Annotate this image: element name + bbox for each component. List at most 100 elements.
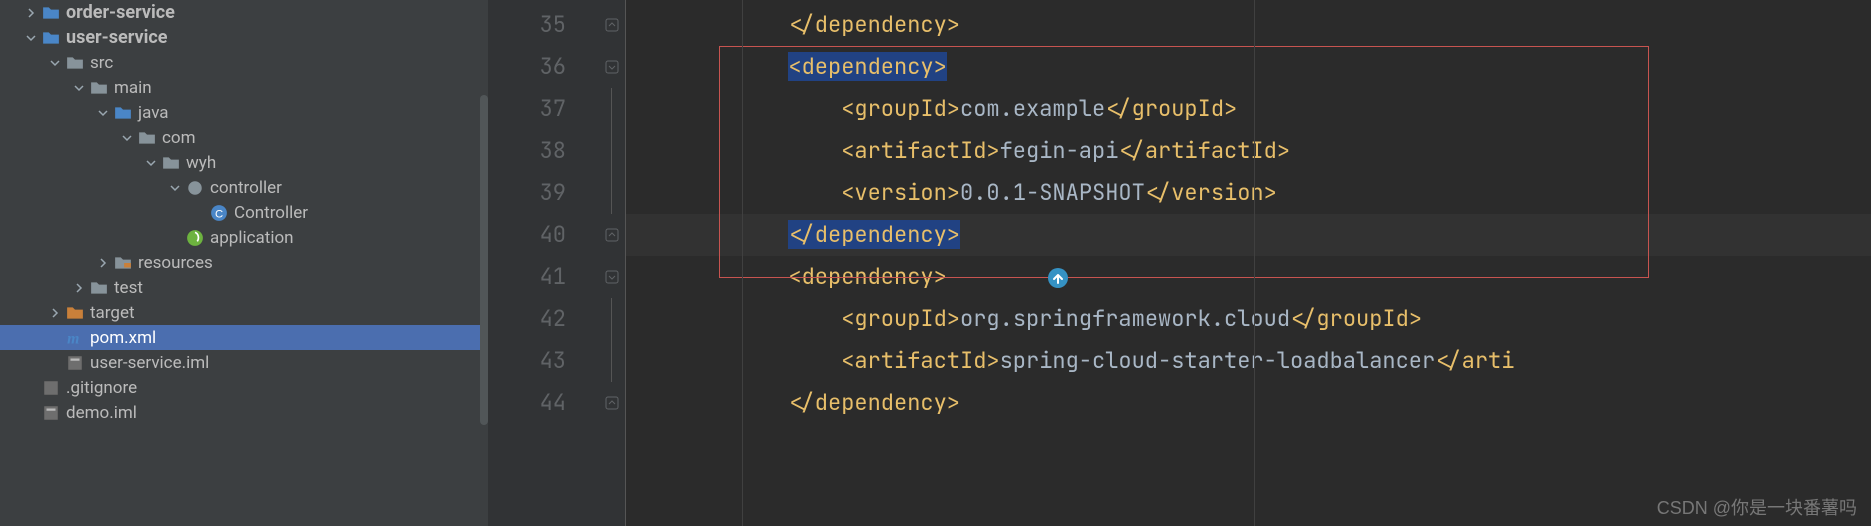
fold-toggle-icon[interactable] (598, 214, 625, 256)
tree-item-user-service[interactable]: user-service (0, 25, 488, 50)
indent-guide (1254, 0, 1255, 526)
line-number: 40 (540, 214, 566, 256)
code-line[interactable]: </dependency> (626, 382, 1871, 424)
folder-blue-icon (42, 4, 60, 22)
expand-arrow-icon[interactable] (96, 256, 110, 270)
fold-guide (598, 130, 625, 172)
fold-guide (598, 88, 625, 130)
folder-grey-icon (138, 129, 156, 147)
tree-item-src[interactable]: src (0, 50, 488, 75)
svg-text:C: C (215, 208, 223, 220)
expand-arrow-icon[interactable] (72, 281, 86, 295)
line-number: 44 (540, 382, 566, 424)
code-line[interactable]: <artifactId>fegin-api</artifactId> (626, 130, 1871, 172)
tree-item-label: .gitignore (66, 378, 137, 398)
code-line[interactable]: </dependency> (626, 214, 1871, 256)
iml-icon (42, 404, 60, 422)
tree-item-label: application (210, 228, 294, 248)
tree-item-label: controller (210, 178, 282, 198)
line-number: 43 (540, 340, 566, 382)
expand-arrow-icon[interactable] (48, 56, 62, 70)
tree-item-com[interactable]: com (0, 125, 488, 150)
folder-grey-icon (162, 154, 180, 172)
svg-text:m: m (67, 330, 79, 346)
line-number: 41 (540, 256, 566, 298)
code-line[interactable]: <groupId>com.example</groupId> (626, 88, 1871, 130)
tree-item-label: main (114, 78, 152, 98)
folder-orange-icon (66, 304, 84, 322)
maven-icon: m (66, 329, 84, 347)
fold-toggle-icon[interactable] (598, 256, 625, 298)
line-number: 39 (540, 172, 566, 214)
vcs-commit-icon[interactable] (1046, 266, 1070, 297)
spring-icon (186, 229, 204, 247)
tree-item-application[interactable]: application (0, 225, 488, 250)
code-line[interactable]: </dependency> (626, 4, 1871, 46)
tree-item-label: test (114, 278, 143, 298)
fold-toggle-icon[interactable] (598, 46, 625, 88)
fold-guide (598, 340, 625, 382)
tree-item-label: src (90, 53, 113, 73)
iml-icon (66, 354, 84, 372)
line-number: 38 (540, 130, 566, 172)
tree-item-java[interactable]: java (0, 100, 488, 125)
expand-arrow-icon[interactable] (168, 181, 182, 195)
folder-res-icon (114, 254, 132, 272)
folder-grey-icon (90, 79, 108, 97)
fold-guide (598, 298, 625, 340)
tree-item-user-service-iml[interactable]: user-service.iml (0, 350, 488, 375)
line-gutter: 35363738394041424344 (488, 0, 598, 526)
git-icon (42, 379, 60, 397)
expand-arrow-icon[interactable] (24, 6, 38, 20)
code-line[interactable]: <dependency> (626, 256, 1871, 298)
tree-item-label: order-service (66, 2, 175, 23)
indent-guide (742, 0, 743, 526)
code-view[interactable]: </dependency> <dependency> <groupId>com.… (626, 0, 1871, 526)
code-editor[interactable]: 35363738394041424344 </dependency> <depe… (488, 0, 1871, 526)
tree-item-controller[interactable]: controller (0, 175, 488, 200)
expand-arrow-icon[interactable] (144, 156, 158, 170)
class-icon: C (210, 204, 228, 222)
tree-scrollbar[interactable] (480, 95, 488, 425)
fold-toggle-icon[interactable] (598, 382, 625, 424)
fold-toggle-icon[interactable] (598, 4, 625, 46)
line-number: 42 (540, 298, 566, 340)
fold-column[interactable] (598, 0, 626, 526)
expand-arrow-icon[interactable] (24, 31, 38, 45)
tree-item-label: demo.iml (66, 403, 137, 423)
folder-grey-icon (90, 279, 108, 297)
expand-arrow-icon[interactable] (120, 131, 134, 145)
project-tree: order-service user-service srcmain java com w… (0, 0, 488, 526)
expand-arrow-icon[interactable] (72, 81, 86, 95)
tree-item-order-service[interactable]: order-service (0, 0, 488, 25)
tree-item-target[interactable]: target (0, 300, 488, 325)
code-line[interactable]: <groupId>org.springframework.cloud</grou… (626, 298, 1871, 340)
tree-item-label: user-service.iml (90, 353, 209, 373)
line-number: 37 (540, 88, 566, 130)
tree-item-label: wyh (186, 153, 216, 173)
expand-arrow-icon[interactable] (96, 106, 110, 120)
tree-item-test[interactable]: test (0, 275, 488, 300)
fold-guide (598, 172, 625, 214)
package-icon (186, 179, 204, 197)
code-line[interactable]: <version>0.0.1-SNAPSHOT</version> (626, 172, 1871, 214)
tree-item-label: resources (138, 253, 213, 273)
line-number: 35 (540, 4, 566, 46)
tree-item-label: target (90, 303, 135, 323)
tree-item-main[interactable]: main (0, 75, 488, 100)
tree-item-label: java (138, 103, 169, 123)
tree-item-resources[interactable]: resources (0, 250, 488, 275)
tree-item-label: com (162, 128, 196, 148)
folder-blue-icon (114, 104, 132, 122)
code-line[interactable]: <dependency> (626, 46, 1871, 88)
tree-item-wyh[interactable]: wyh (0, 150, 488, 175)
tree-item-demo-iml[interactable]: demo.iml (0, 400, 488, 425)
tree-item-label: user-service (66, 27, 167, 48)
tree-item-pom-xml[interactable]: mpom.xml (0, 325, 488, 350)
tree-item--gitignore[interactable]: .gitignore (0, 375, 488, 400)
folder-grey-icon (66, 54, 84, 72)
tree-item-controller[interactable]: C Controller (0, 200, 488, 225)
code-line[interactable]: <artifactId>spring-cloud-starter-loadbal… (626, 340, 1871, 382)
expand-arrow-icon[interactable] (48, 306, 62, 320)
tree-item-label: Controller (234, 203, 308, 223)
